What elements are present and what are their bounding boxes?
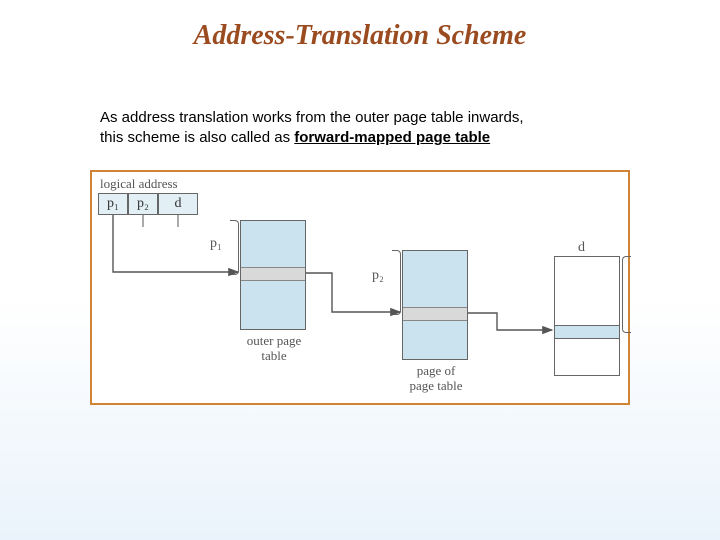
frame-entry bbox=[555, 325, 619, 339]
outer-brace bbox=[230, 220, 239, 275]
slide-title: Address-Translation Scheme bbox=[0, 20, 720, 52]
logical-address-d: d bbox=[158, 193, 198, 215]
outer-page-table-caption: outer page table bbox=[242, 334, 306, 364]
logical-address-label: logical address bbox=[100, 176, 178, 192]
slide: Address-Translation Scheme As address tr… bbox=[0, 0, 720, 540]
seg-label-p1: p₁ bbox=[210, 236, 222, 252]
seg-label-p2: p₂ bbox=[372, 268, 384, 284]
body-text: As address translation works from the ou… bbox=[100, 108, 640, 149]
body-line2-bold: forward-mapped page table bbox=[294, 129, 490, 146]
frame-box bbox=[554, 256, 620, 376]
frame-brace bbox=[622, 256, 631, 333]
page-of-page-table-caption: page of page table bbox=[400, 364, 472, 394]
logical-address-p2: p₂ bbox=[128, 193, 158, 215]
address-translation-figure: logical address p₁ p₂ d p₁ outer page ta… bbox=[90, 170, 630, 405]
inner-brace bbox=[392, 250, 401, 315]
outer-table-entry bbox=[241, 267, 305, 281]
seg-label-d: d bbox=[578, 240, 585, 256]
page-of-page-table-box bbox=[402, 250, 468, 360]
outer-page-table-box bbox=[240, 220, 306, 330]
body-line1: As address translation works from the ou… bbox=[100, 109, 524, 126]
inner-table-entry bbox=[403, 307, 467, 321]
body-line2-pre: this scheme is also called as bbox=[100, 129, 294, 146]
logical-address-p1: p₁ bbox=[98, 193, 128, 215]
